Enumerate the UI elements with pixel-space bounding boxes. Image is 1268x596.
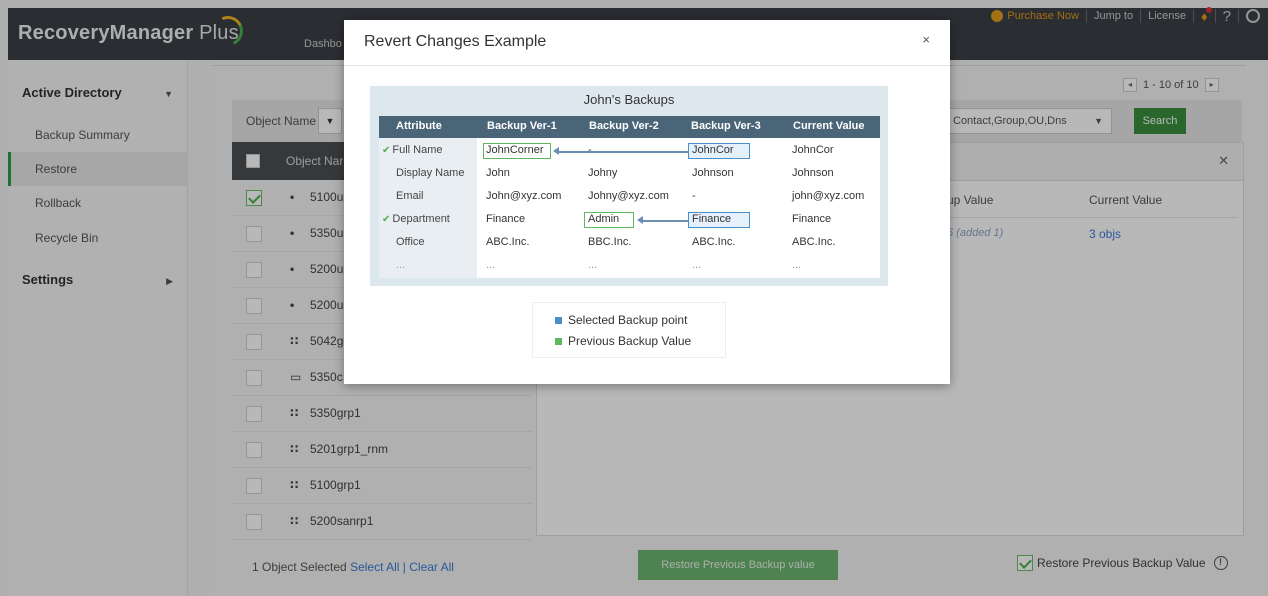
cell-text: JohnCor: [692, 144, 734, 156]
value-cell: ABC.Inc.: [692, 236, 735, 248]
cell-text: Finance: [486, 213, 526, 225]
app-window: RecoveryManager Plus Dashbo Purchase Now…: [0, 0, 1268, 596]
cell-text: Department: [392, 213, 450, 225]
revert-arrow-line: [558, 151, 688, 153]
cell-text: john@xyz.com: [792, 190, 865, 202]
revert-changes-modal: Revert Changes Example × John's Backups …: [344, 20, 950, 384]
cell-text: Johny: [588, 167, 618, 179]
cell-text: Email: [396, 190, 424, 202]
cell-text: John: [486, 167, 510, 179]
cell-text: Admin: [588, 213, 620, 225]
value-cell: ...: [692, 259, 701, 271]
cell-text: JohnCor: [792, 144, 834, 156]
value-cell: Admin: [588, 213, 619, 225]
cell-text: Finance: [692, 213, 732, 225]
value-cell: Finance: [486, 213, 525, 225]
cell-text: Johny@xyz.com: [588, 190, 669, 202]
cell-text: Johnson: [692, 167, 734, 179]
cell-text: Full Name: [392, 144, 443, 156]
cell-text: Office: [396, 236, 425, 248]
revert-arrow-head: [553, 147, 559, 155]
attribute-cell: Email: [396, 190, 424, 202]
cell-text: JohnCorner: [486, 144, 544, 156]
value-cell: ...: [486, 259, 495, 271]
value-cell: ...: [588, 259, 597, 271]
attribute-cell: Display Name: [396, 167, 464, 179]
example-table-header: Attribute Backup Ver-1 Backup Ver-2 Back…: [379, 116, 880, 138]
cell-text: ...: [396, 259, 406, 271]
cell-text: Johnson: [792, 167, 834, 179]
cell-text: Display Name: [396, 167, 465, 179]
legend-selected-label: Selected Backup point: [568, 313, 688, 327]
value-cell: John: [486, 167, 510, 179]
legend: Selected Backup point Previous Backup Va…: [532, 302, 726, 358]
value-cell: ...: [792, 259, 801, 271]
cell-text: John@xyz.com: [486, 190, 562, 202]
cell-text: Finance: [792, 213, 832, 225]
attribute-cell: ...: [396, 259, 405, 271]
value-cell: John@xyz.com: [486, 190, 561, 202]
attribute-cell: Office: [396, 236, 425, 248]
value-cell: ABC.Inc.: [792, 236, 835, 248]
value-cell: BBC.Inc.: [588, 236, 631, 248]
cell-text: -: [588, 144, 592, 156]
cell-text: ...: [588, 259, 598, 271]
check-icon: ✔: [382, 214, 391, 225]
value-cell: Johny@xyz.com: [588, 190, 669, 202]
backup-example-figure: John's Backups Attribute Backup Ver-1 Ba…: [370, 86, 888, 286]
legend-previous-label: Previous Backup Value: [568, 334, 692, 348]
value-cell: Johny: [588, 167, 617, 179]
column-header-current-value: Current Value: [793, 120, 865, 132]
cell-text: ABC.Inc.: [486, 236, 530, 248]
column-header-backup-ver-3: Backup Ver-3: [691, 120, 761, 132]
legend-item-previous: Previous Backup Value: [555, 334, 691, 348]
value-cell: -: [692, 190, 696, 202]
selected-swatch: [555, 316, 562, 324]
modal-title: Revert Changes Example: [364, 33, 547, 50]
cell-text: ...: [692, 259, 702, 271]
check-icon: ✔: [382, 145, 391, 156]
divider: [344, 65, 950, 66]
revert-arrow-line: [642, 220, 688, 222]
value-cell: JohnCorner: [486, 144, 543, 156]
value-cell: Finance: [792, 213, 831, 225]
attribute-cell: ✔ Full Name: [382, 144, 443, 156]
value-cell: JohnCor: [692, 144, 734, 156]
cell-text: BBC.Inc.: [588, 236, 632, 248]
close-icon[interactable]: ×: [922, 32, 930, 47]
revert-arrow-head: [637, 216, 643, 224]
value-cell: Johnson: [792, 167, 834, 179]
legend-item-selected: Selected Backup point: [555, 313, 687, 327]
example-title: John's Backups: [583, 92, 675, 107]
value-cell: Finance: [692, 213, 731, 225]
value-cell: JohnCor: [792, 144, 834, 156]
cell-text: ABC.Inc.: [692, 236, 736, 248]
cell-text: ...: [486, 259, 496, 271]
cell-text: ...: [792, 259, 802, 271]
column-header-attribute: Attribute: [396, 120, 442, 132]
value-cell: john@xyz.com: [792, 190, 864, 202]
attribute-cell: ✔ Department: [382, 213, 450, 225]
value-cell: Johnson: [692, 167, 734, 179]
attribute-column: [379, 138, 477, 278]
cell-text: ABC.Inc.: [792, 236, 836, 248]
value-cell: ABC.Inc.: [486, 236, 529, 248]
column-header-backup-ver-2: Backup Ver-2: [589, 120, 659, 132]
previous-swatch: [555, 337, 562, 345]
column-header-backup-ver-1: Backup Ver-1: [487, 120, 557, 132]
value-cell: -: [588, 144, 592, 156]
cell-text: -: [692, 190, 696, 202]
